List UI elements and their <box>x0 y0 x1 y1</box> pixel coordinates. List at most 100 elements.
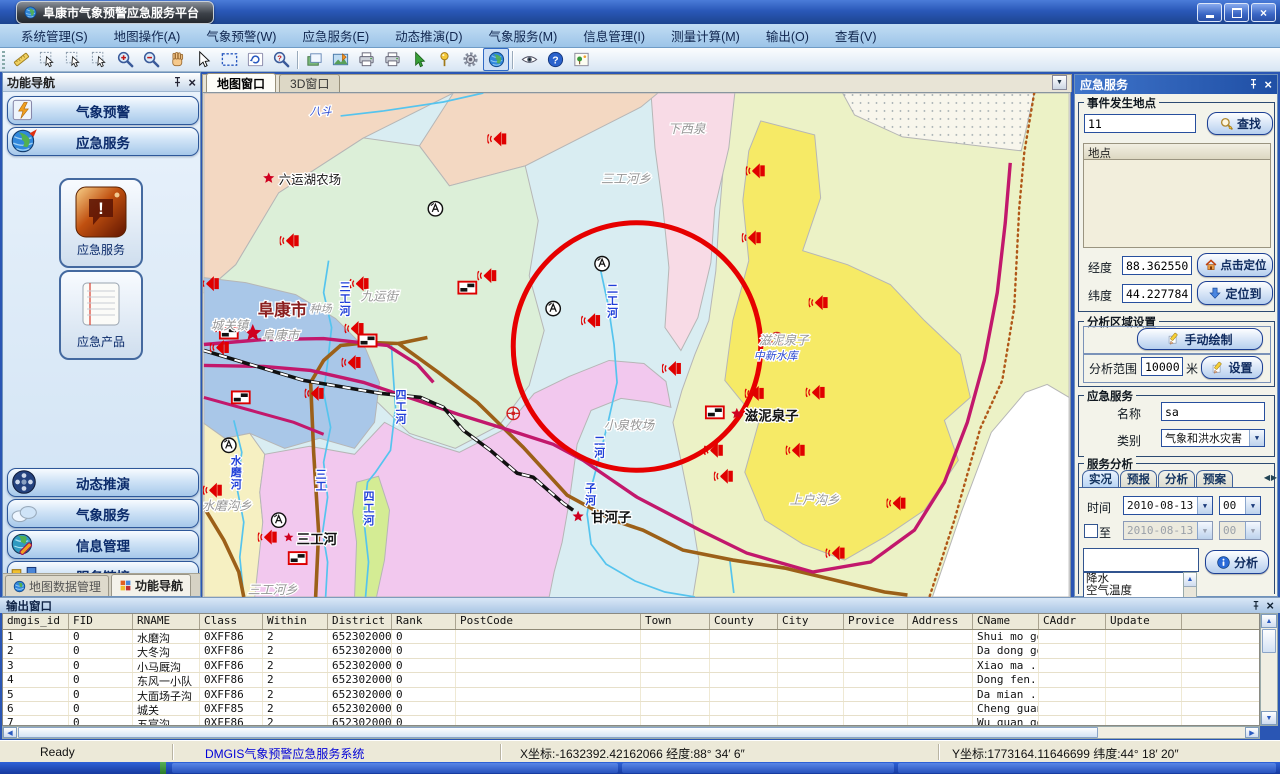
chevron-down-icon[interactable]: ▼ <box>1245 522 1260 539</box>
table-row[interactable]: 10水磨沟0XFF8626523020000Shui mo gou <box>3 630 1259 644</box>
menu-item[interactable]: 地图操作(A) <box>101 26 194 45</box>
output-table-header[interactable]: dmgis_idFIDRNAMEClassWithinDistrictRankP… <box>3 614 1259 630</box>
monitoring-station-marker[interactable] <box>272 513 286 527</box>
monitoring-station-marker[interactable] <box>222 438 236 452</box>
scroll-up-icon[interactable]: ▲ <box>1184 573 1196 587</box>
set-button[interactable]: 设置 <box>1201 356 1263 379</box>
hour-to-select[interactable]: 00▼ <box>1219 521 1261 540</box>
export-map-button[interactable] <box>327 48 353 71</box>
select-polygon-button[interactable] <box>60 48 86 71</box>
menu-item[interactable]: 气象服务(M) <box>476 26 571 45</box>
tab-map-data-management[interactable]: 地图数据管理 <box>5 575 109 596</box>
taskbar-strip[interactable] <box>0 762 1280 774</box>
service-name-input[interactable] <box>1161 402 1265 421</box>
menu-item[interactable]: 应急服务(E) <box>289 26 382 45</box>
output-horizontal-scrollbar[interactable]: ◀ ▶ <box>2 726 1260 739</box>
analyze-button[interactable]: 分析 <box>1205 550 1269 574</box>
column-header-District[interactable]: District <box>328 614 392 629</box>
menu-item[interactable]: 信息管理(I) <box>570 26 658 45</box>
menu-item[interactable]: 系统管理(S) <box>8 26 101 45</box>
station-sign-marker[interactable] <box>359 335 377 347</box>
output-vertical-scrollbar[interactable]: ▲ ▼ <box>1260 613 1278 726</box>
layers-button[interactable] <box>301 48 327 71</box>
column-header-CAddr[interactable]: CAddr <box>1039 614 1106 629</box>
identify-button[interactable] <box>268 48 294 71</box>
print-preview-button[interactable] <box>379 48 405 71</box>
monitoring-station-marker[interactable] <box>428 202 442 216</box>
swipe-eye-button[interactable] <box>516 48 542 71</box>
element-list-item[interactable]: 降水 <box>1084 573 1184 585</box>
taskbar-button[interactable] <box>172 763 618 773</box>
manual-draw-button[interactable]: 手动绘制 <box>1137 328 1263 350</box>
zoom-in-button[interactable] <box>112 48 138 71</box>
pin-icon[interactable] <box>171 76 184 89</box>
chevron-down-icon[interactable]: ▼ <box>1197 497 1212 514</box>
analysis-tab-预案[interactable]: 预案 <box>1196 470 1233 487</box>
pointer-button[interactable] <box>190 48 216 71</box>
menu-item[interactable]: 测量计算(M) <box>658 26 753 45</box>
tab-scroll-right-icon[interactable]: ▶ <box>1271 473 1277 482</box>
range-input[interactable] <box>1141 357 1183 376</box>
close-button[interactable]: × <box>1251 3 1276 22</box>
menu-item[interactable]: 气象预警(W) <box>193 26 289 45</box>
select-feature-button[interactable] <box>405 48 431 71</box>
location-list[interactable] <box>1083 160 1271 248</box>
scroll-down-icon[interactable]: ▼ <box>1261 711 1277 725</box>
click-locate-button[interactable]: 点击定位 <box>1197 253 1273 277</box>
column-header-Rank[interactable]: Rank <box>392 614 456 629</box>
table-row[interactable]: 30小马厩沟0XFF8626523020000Xiao ma ... <box>3 659 1259 673</box>
monitoring-station-marker[interactable] <box>595 256 609 270</box>
column-header-Town[interactable]: Town <box>641 614 710 629</box>
nav-button-info-management[interactable]: 信息管理 <box>7 530 199 559</box>
column-header-Class[interactable]: Class <box>200 614 263 629</box>
column-header-FID[interactable]: FID <box>69 614 133 629</box>
output-table[interactable]: dmgis_idFIDRNAMEClassWithinDistrictRankP… <box>2 613 1260 726</box>
date-select[interactable]: 2010-08-13▼ <box>1123 496 1213 515</box>
chevron-down-icon[interactable]: ▼ <box>1197 522 1212 539</box>
menu-item[interactable]: 查看(V) <box>822 26 890 45</box>
map-viewport[interactable]: 六运湖农场三工河乡下西泉九运街阜康市种场城关镇阜康市滋泥泉子中新水库滋泥泉子小泉… <box>202 92 1071 598</box>
longitude-input[interactable] <box>1122 256 1192 275</box>
column-header-PostCode[interactable]: PostCode <box>456 614 641 629</box>
pan-button[interactable] <box>164 48 190 71</box>
column-header-dmgis_id[interactable]: dmgis_id <box>3 614 69 629</box>
column-header-RNAME[interactable]: RNAME <box>133 614 200 629</box>
station-sign-marker[interactable] <box>458 282 476 294</box>
column-header-Update[interactable]: Update <box>1106 614 1182 629</box>
scrollbar-thumb[interactable] <box>1262 629 1276 653</box>
location-list-header[interactable]: 地点 <box>1083 143 1271 160</box>
wheel-marker[interactable] <box>507 407 519 419</box>
service-type-select[interactable]: 气象和洪水灾害 ▼ <box>1161 429 1265 447</box>
nav-section-weather-warning[interactable]: 气象预警 <box>7 96 199 125</box>
taskbar-button[interactable] <box>898 763 1276 773</box>
map-tab-dropdown-icon[interactable]: ▼ <box>1052 75 1067 90</box>
settings-button[interactable] <box>457 48 483 71</box>
measure-button[interactable] <box>8 48 34 71</box>
snapshot-button[interactable] <box>568 48 594 71</box>
restore-button[interactable] <box>1224 3 1249 22</box>
station-sign-marker[interactable] <box>289 552 307 564</box>
hour-select[interactable]: 00▼ <box>1219 496 1261 515</box>
globe-3d-button[interactable] <box>483 48 509 71</box>
taskbar-button[interactable] <box>622 763 894 773</box>
table-row[interactable]: 20大冬沟0XFF8626523020000Da dong gou <box>3 644 1259 658</box>
nav-button-dynamic-simulation[interactable]: 动态推演 <box>7 468 199 497</box>
pin-icon[interactable] <box>1247 78 1260 91</box>
map-canvas[interactable]: 六运湖农场三工河乡下西泉九运街阜康市种场城关镇阜康市滋泥泉子中新水库滋泥泉子小泉… <box>203 93 1070 597</box>
close-panel-icon[interactable]: × <box>1266 599 1274 612</box>
column-header-City[interactable]: City <box>778 614 844 629</box>
tab-function-nav[interactable]: 功能导航 <box>111 574 191 596</box>
scroll-left-icon[interactable]: ◀ <box>3 727 17 738</box>
to-checkbox[interactable] <box>1084 524 1098 538</box>
station-sign-marker[interactable] <box>706 406 724 418</box>
station-sign-marker[interactable] <box>232 391 250 403</box>
menu-item[interactable]: 动态推演(D) <box>382 26 475 45</box>
nav-button-weather-service[interactable]: 气象服务 <box>7 499 199 528</box>
zoom-out-button[interactable] <box>138 48 164 71</box>
close-panel-icon[interactable]: × <box>188 76 196 89</box>
element-filter-box[interactable] <box>1083 548 1199 572</box>
table-row[interactable]: 50大面场子沟0XFF8626523020000Da mian ... <box>3 688 1259 702</box>
goto-button[interactable]: 定位到 <box>1197 281 1273 305</box>
close-panel-icon[interactable]: × <box>1264 78 1272 91</box>
emergency-service-button[interactable]: ! 应急服务 <box>59 178 143 268</box>
